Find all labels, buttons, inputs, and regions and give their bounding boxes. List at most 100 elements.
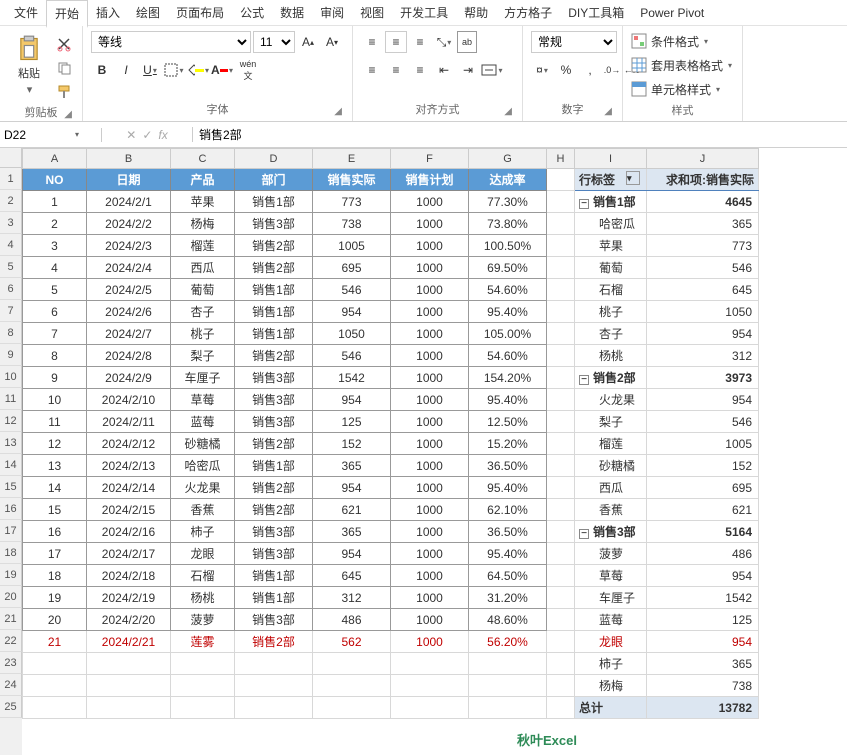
data-cell[interactable]: 1050: [313, 323, 391, 345]
font-color-button[interactable]: A▾: [211, 59, 233, 81]
data-cell[interactable]: 4: [23, 257, 87, 279]
data-cell[interactable]: 桃子: [171, 323, 235, 345]
data-cell[interactable]: 95.40%: [469, 477, 547, 499]
data-cell[interactable]: 2024/2/3: [87, 235, 171, 257]
col-header-A[interactable]: A: [23, 149, 87, 169]
pivot-item[interactable]: 车厘子: [575, 587, 647, 609]
align-middle-button[interactable]: ≡: [385, 31, 407, 53]
table-format-button[interactable]: 套用表格格式▾: [631, 54, 732, 76]
row-header-2[interactable]: 2: [0, 190, 22, 212]
pivot-item[interactable]: 菠萝: [575, 543, 647, 565]
data-cell[interactable]: 销售2部: [235, 433, 313, 455]
data-cell[interactable]: 销售1部: [235, 587, 313, 609]
col-header-D[interactable]: D: [235, 149, 313, 169]
data-cell[interactable]: 152: [313, 433, 391, 455]
align-launcher[interactable]: ◢: [504, 106, 512, 117]
data-cell[interactable]: 10: [23, 389, 87, 411]
row-header-3[interactable]: 3: [0, 212, 22, 234]
align-left-button[interactable]: ≡: [361, 59, 383, 81]
data-cell[interactable]: 54.60%: [469, 279, 547, 301]
data-cell[interactable]: 15: [23, 499, 87, 521]
data-cell[interactable]: 1542: [313, 367, 391, 389]
pivot-group[interactable]: −销售1部: [575, 191, 647, 213]
data-cell[interactable]: 销售3部: [235, 213, 313, 235]
menu-文件[interactable]: 文件: [6, 0, 46, 25]
data-cell[interactable]: 1000: [391, 213, 469, 235]
data-cell[interactable]: 2024/2/9: [87, 367, 171, 389]
row-header-17[interactable]: 17: [0, 520, 22, 542]
data-cell[interactable]: 1000: [391, 609, 469, 631]
merge-button[interactable]: ▾: [481, 59, 503, 81]
data-cell[interactable]: 2024/2/1: [87, 191, 171, 213]
data-cell[interactable]: 销售1部: [235, 455, 313, 477]
pivot-item[interactable]: 西瓜: [575, 477, 647, 499]
data-cell[interactable]: 12.50%: [469, 411, 547, 433]
grid-table[interactable]: ABCDEFGHIJ NO日期产品部门销售实际销售计划达成率行标签▾求和项:销售…: [22, 148, 759, 719]
data-cell[interactable]: 草莓: [171, 389, 235, 411]
data-cell[interactable]: 69.50%: [469, 257, 547, 279]
new-data-cell[interactable]: 562: [313, 631, 391, 653]
data-cell[interactable]: 梨子: [171, 345, 235, 367]
decrease-font-button[interactable]: A▾: [321, 31, 343, 53]
data-cell[interactable]: 77.30%: [469, 191, 547, 213]
data-cell[interactable]: 312: [313, 587, 391, 609]
row-header-18[interactable]: 18: [0, 542, 22, 564]
menu-页面布局[interactable]: 页面布局: [168, 0, 232, 25]
data-cell[interactable]: 62.10%: [469, 499, 547, 521]
name-box-input[interactable]: [4, 128, 74, 142]
data-cell[interactable]: 15.20%: [469, 433, 547, 455]
data-cell[interactable]: 1000: [391, 191, 469, 213]
data-cell[interactable]: 154.20%: [469, 367, 547, 389]
data-cell[interactable]: 1000: [391, 367, 469, 389]
menu-数据[interactable]: 数据: [272, 0, 312, 25]
data-cell[interactable]: 香蕉: [171, 499, 235, 521]
data-cell[interactable]: 365: [313, 521, 391, 543]
table-header[interactable]: 产品: [171, 169, 235, 191]
pivot-grand-total-value[interactable]: 13782: [647, 697, 759, 719]
wrap-text-button[interactable]: ab: [457, 31, 477, 53]
data-cell[interactable]: 1000: [391, 257, 469, 279]
data-cell[interactable]: 1005: [313, 235, 391, 257]
row-header-24[interactable]: 24: [0, 674, 22, 696]
row-header-1[interactable]: 1: [0, 168, 22, 190]
data-cell[interactable]: 486: [313, 609, 391, 631]
data-cell[interactable]: 销售3部: [235, 543, 313, 565]
percent-button[interactable]: %: [555, 59, 577, 81]
data-cell[interactable]: 1000: [391, 433, 469, 455]
pivot-item[interactable]: 草莓: [575, 565, 647, 587]
data-cell[interactable]: 954: [313, 543, 391, 565]
data-cell[interactable]: 95.40%: [469, 301, 547, 323]
data-cell[interactable]: 36.50%: [469, 521, 547, 543]
data-cell[interactable]: 1000: [391, 389, 469, 411]
clipboard-launcher[interactable]: ◢: [64, 109, 72, 120]
data-cell[interactable]: 1: [23, 191, 87, 213]
data-cell[interactable]: 1000: [391, 521, 469, 543]
row-header-23[interactable]: 23: [0, 652, 22, 674]
data-cell[interactable]: 621: [313, 499, 391, 521]
data-cell[interactable]: 1000: [391, 565, 469, 587]
fill-color-button[interactable]: ▾: [187, 59, 209, 81]
select-all-corner[interactable]: [0, 148, 22, 168]
data-cell[interactable]: 2024/2/2: [87, 213, 171, 235]
data-cell[interactable]: 954: [313, 301, 391, 323]
data-cell[interactable]: 2024/2/17: [87, 543, 171, 565]
pivot-item[interactable]: 榴莲: [575, 433, 647, 455]
paste-button[interactable]: 粘贴▾: [8, 30, 50, 100]
pivot-group[interactable]: −销售2部: [575, 367, 647, 389]
pivot-item[interactable]: 火龙果: [575, 389, 647, 411]
increase-indent-button[interactable]: ⇥: [457, 59, 479, 81]
new-data-cell[interactable]: 2024/2/21: [87, 631, 171, 653]
pivot-item[interactable]: 苹果: [575, 235, 647, 257]
pivot-item[interactable]: 桃子: [575, 301, 647, 323]
data-cell[interactable]: 19: [23, 587, 87, 609]
data-cell[interactable]: 1000: [391, 499, 469, 521]
pivot-item[interactable]: 杨桃: [575, 345, 647, 367]
collapse-icon[interactable]: −: [579, 529, 589, 539]
data-cell[interactable]: 2024/2/20: [87, 609, 171, 631]
table-header[interactable]: 日期: [87, 169, 171, 191]
data-cell[interactable]: 64.50%: [469, 565, 547, 587]
data-cell[interactable]: 销售1部: [235, 565, 313, 587]
increase-font-button[interactable]: A▴: [297, 31, 319, 53]
pivot-item[interactable]: 柿子: [575, 653, 647, 675]
row-header-11[interactable]: 11: [0, 388, 22, 410]
